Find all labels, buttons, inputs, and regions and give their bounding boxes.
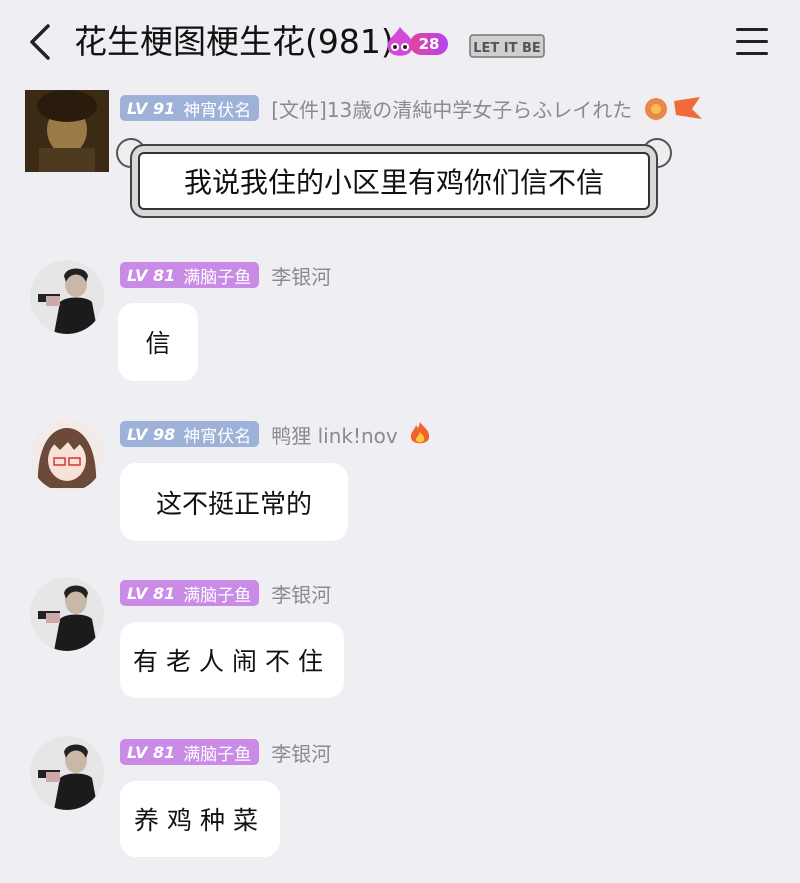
level-number: LV 81 <box>127 583 176 603</box>
decoration-icon <box>645 97 703 120</box>
message-bubble[interactable]: 这不挺正常的 <box>120 463 348 541</box>
level-number: LV 81 <box>127 742 176 762</box>
avatar-man-with-gun-icon <box>30 577 104 651</box>
avatar[interactable] <box>30 577 104 651</box>
level-title: 神宵伏名 <box>183 100 252 121</box>
avatar[interactable] <box>30 418 104 492</box>
sender-meta: LV 91 神宵伏名 [文件]13歳の清純中学女子らふレイれた <box>120 93 704 123</box>
back-arrow-icon[interactable] <box>26 22 56 62</box>
group-title: 花生梗图梗生花(981) <box>74 22 394 61</box>
let-it-be-text: LET IT BE <box>473 41 541 56</box>
message-bubble[interactable]: 有老人闹不住 <box>120 622 344 698</box>
message-text: 养鸡种菜 <box>133 806 266 835</box>
sender-meta: LV 81 满脑子鱼 李银河 <box>120 260 331 290</box>
message-text: 我说我住的小区里有鸡你们信不信 <box>138 152 650 210</box>
sender-meta: LV 98 神宵伏名 鸭狸 link!nov <box>120 419 434 449</box>
avatar-man-with-gun-icon <box>30 260 104 334</box>
level-title: 满脑子鱼 <box>183 267 252 288</box>
let-it-be-badge-icon: LET IT BE <box>469 34 545 58</box>
level-badge: LV 81 满脑子鱼 <box>120 262 260 288</box>
fire-count: 28 <box>410 33 448 55</box>
avatar[interactable] <box>30 736 104 810</box>
level-title: 满脑子鱼 <box>183 585 252 606</box>
level-title: 满脑子鱼 <box>183 744 252 765</box>
level-badge: LV 81 满脑子鱼 <box>120 580 260 606</box>
avatar-man-with-gun-icon <box>30 736 104 810</box>
sender-nickname[interactable]: 鸭狸 link!nov <box>271 420 398 449</box>
avatar[interactable] <box>30 260 104 334</box>
sender-nickname[interactable]: 李银河 <box>271 738 331 767</box>
message-bubble[interactable]: 养鸡种菜 <box>120 781 280 857</box>
level-number: LV 98 <box>127 424 176 444</box>
message-text: 信 <box>145 329 171 358</box>
menu-icon[interactable] <box>736 28 768 56</box>
fire-level-badge: 28 <box>380 25 452 61</box>
avatar[interactable] <box>25 90 109 172</box>
level-badge: LV 98 神宵伏名 <box>120 421 260 447</box>
sender-meta: LV 81 满脑子鱼 李银河 <box>120 578 331 608</box>
sender-nickname[interactable]: 李银河 <box>271 261 331 290</box>
sender-meta: LV 81 满脑子鱼 李银河 <box>120 737 331 767</box>
level-title: 神宵伏名 <box>183 426 252 447</box>
level-badge: LV 91 神宵伏名 <box>120 95 260 121</box>
sender-nickname[interactable]: [文件]13歳の清純中学女子らふレイれた <box>271 94 632 123</box>
level-badge: LV 81 满脑子鱼 <box>120 739 260 765</box>
message-text: 有老人闹不住 <box>132 647 331 676</box>
message-bubble[interactable]: 信 <box>118 303 198 381</box>
avatar-portrait-icon <box>25 90 109 172</box>
level-number: LV 81 <box>127 265 176 285</box>
avatar-anime-girl-icon <box>30 418 104 492</box>
message-text: 这不挺正常的 <box>155 489 312 520</box>
level-number: LV 91 <box>127 98 176 118</box>
chat-header: 花生梗图梗生花(981) 28 LET IT BE <box>0 0 800 84</box>
decorated-message-bubble[interactable]: 我说我住的小区里有鸡你们信不信 <box>114 138 672 230</box>
sender-nickname[interactable]: 李银河 <box>271 579 331 608</box>
fire-icon <box>410 422 429 444</box>
